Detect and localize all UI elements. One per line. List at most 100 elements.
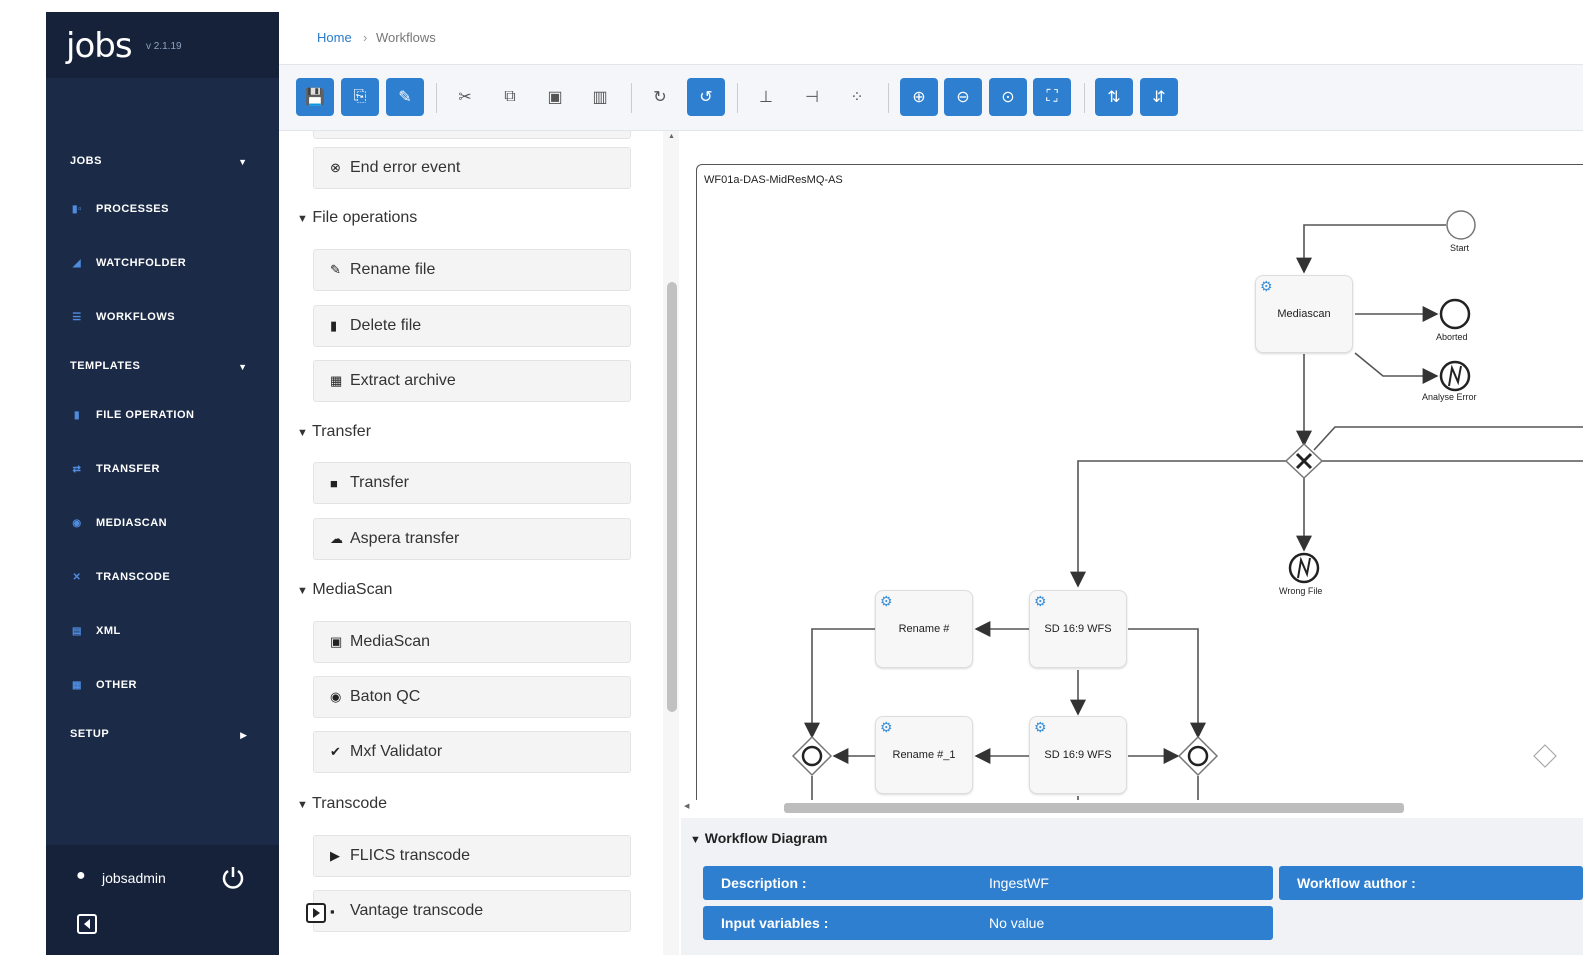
cut-button[interactable]: ✂: [446, 78, 484, 116]
palette-item-mxf-validator[interactable]: ✔ Mxf Validator: [313, 731, 631, 773]
chevron-down-icon: ▼: [297, 585, 308, 597]
breadcrumb-home-link[interactable]: Home: [317, 30, 352, 45]
task-rename-1[interactable]: ⚙ Rename #_1: [875, 716, 973, 794]
input-variables-label: Input variables :: [721, 915, 829, 931]
delete-button[interactable]: ▥: [581, 78, 619, 116]
task-sd-wfs[interactable]: ⚙ SD 16:9 WFS: [1029, 590, 1127, 668]
cloud-icon: ☁: [330, 531, 343, 546]
paste-button[interactable]: ▣: [536, 78, 574, 116]
palette-category-file-operations[interactable]: ▼ File operations: [297, 209, 417, 227]
sidebar-item-label: PROCESSES: [96, 203, 169, 215]
shuffle-icon: ✕: [72, 572, 82, 583]
sidebar-item-watchfolder[interactable]: ◢ WATCHFOLDER: [70, 252, 260, 274]
distribute-button[interactable]: ⁘: [838, 78, 876, 116]
expand-palette-icon[interactable]: [305, 902, 327, 924]
watchfolder-icon: ◢: [72, 258, 82, 269]
nav-section-jobs[interactable]: JOBS: [70, 155, 102, 167]
export-button[interactable]: ⇵: [1140, 78, 1178, 116]
toolbar-divider: [737, 83, 738, 113]
save-as-button[interactable]: ⎘: [341, 78, 379, 116]
import-icon: ⇅: [1107, 89, 1121, 106]
scroll-left-icon[interactable]: ◀: [684, 802, 689, 810]
gear-icon: ⚙: [880, 719, 893, 735]
palette-item-label: Vantage transcode: [350, 902, 484, 919]
power-icon[interactable]: [220, 865, 246, 891]
task-mediascan[interactable]: ⚙ Mediascan: [1255, 275, 1353, 353]
nav-section-setup[interactable]: SETUP: [70, 728, 109, 740]
task-rename[interactable]: ⚙ Rename #: [875, 590, 973, 668]
zoom-in-button[interactable]: ⊕: [900, 78, 938, 116]
redo-button[interactable]: ↻: [641, 78, 679, 116]
sidebar-item-processes[interactable]: ▮▫ PROCESSES: [70, 198, 260, 220]
scroll-up-icon[interactable]: ▲: [668, 133, 675, 140]
sidebar-item-transfer[interactable]: ⇄ TRANSFER: [70, 458, 260, 480]
description-field[interactable]: Description : IngestWF: [703, 866, 1273, 900]
palette-item-end-error-event[interactable]: ⊗ End error event: [313, 147, 631, 189]
sidebar-item-xml[interactable]: ▤ XML: [70, 620, 260, 642]
chevron-down-icon: ▼: [690, 834, 701, 846]
zoom-in-icon: ⊕: [912, 89, 926, 106]
copy-icon: ⧉: [504, 88, 516, 105]
align-horizontal-button[interactable]: ⊣: [793, 78, 831, 116]
align-vertical-button[interactable]: ⊥: [747, 78, 785, 116]
gear-icon: ⚙: [1034, 719, 1047, 735]
palette-item-flics-transcode[interactable]: ▶ FLICS transcode: [313, 835, 631, 877]
palette-category-transcode[interactable]: ▼ Transcode: [297, 795, 387, 813]
palette-item-extract-archive[interactable]: ▦ Extract archive: [313, 360, 631, 402]
check-icon: ✔: [330, 744, 341, 759]
palette-item-delete-file[interactable]: ▮ Delete file: [313, 305, 631, 347]
sidebar-item-transcode[interactable]: ✕ TRANSCODE: [70, 566, 260, 588]
palette-item-baton-qc[interactable]: ◉ Baton QC: [313, 676, 631, 718]
palette-item-vantage-transcode[interactable]: ▪ Vantage transcode: [313, 890, 631, 932]
sidebar-item-label: WORKFLOWS: [96, 311, 176, 323]
film-icon: ▶: [330, 848, 340, 863]
zoom-out-button[interactable]: ⊖: [944, 78, 982, 116]
import-button[interactable]: ⇅: [1095, 78, 1133, 116]
palette-category-transfer[interactable]: ▼ Transfer: [297, 423, 371, 441]
zoom-reset-button[interactable]: ⊙: [989, 78, 1027, 116]
task-sd-wfs-2[interactable]: ⚙ SD 16:9 WFS: [1029, 716, 1127, 794]
fit-screen-button[interactable]: ⛶: [1033, 78, 1071, 116]
wrong-file-label: Wrong File: [1279, 586, 1323, 596]
aborted-end-event[interactable]: [1439, 298, 1471, 330]
palette-item-rename-file[interactable]: ✎ Rename file: [313, 249, 631, 291]
palette-item-transfer[interactable]: ■ Transfer: [313, 462, 631, 504]
sidebar-item-mediascan[interactable]: ◉ MEDIASCAN: [70, 512, 260, 534]
save-button[interactable]: 💾: [296, 78, 334, 116]
palette-item-aspera-transfer[interactable]: ☁ Aspera transfer: [313, 518, 631, 560]
eye-icon: ◉: [72, 518, 82, 529]
palette-item-label: Mxf Validator: [350, 743, 443, 760]
caret-right-icon: ▶: [240, 730, 247, 740]
sidebar-item-other[interactable]: ▦ OTHER: [70, 674, 260, 696]
processes-icon: ▮▫: [71, 204, 83, 215]
eye-icon: ◉: [330, 689, 342, 704]
edit-button[interactable]: ✎: [386, 78, 424, 116]
undo-button[interactable]: ↺: [687, 78, 725, 116]
edit-icon: ✎: [330, 262, 341, 277]
workflow-diagram-toggle[interactable]: ▼ Workflow Diagram: [690, 830, 827, 846]
nav-section-templates[interactable]: TEMPLATES: [70, 360, 140, 372]
palette-scrollbar-thumb[interactable]: [667, 282, 677, 712]
brand[interactable]: jobs v 2.1.19: [46, 12, 279, 78]
sidebar-item-file-operation[interactable]: ▮ FILE OPERATION: [70, 404, 260, 426]
collapse-sidebar-icon[interactable]: [76, 913, 98, 935]
palette-category-mediascan[interactable]: ▼ MediaScan: [297, 581, 392, 599]
copy-button[interactable]: ⧉: [491, 78, 529, 116]
start-event[interactable]: [1446, 210, 1476, 240]
transfer-icon: ⇄: [72, 464, 82, 475]
sidebar-item-label: FILE OPERATION: [96, 409, 195, 421]
media-icon: ▣: [330, 634, 343, 649]
palette-item-mediascan[interactable]: ▣ MediaScan: [313, 621, 631, 663]
canvas-scrollbar-thumb[interactable]: [784, 803, 1404, 813]
author-field[interactable]: Workflow author :: [1279, 866, 1583, 900]
user-area: ● jobsadmin: [46, 845, 279, 955]
gateway[interactable]: [1533, 744, 1557, 768]
user-icon: ●: [76, 867, 86, 884]
gear-icon: ⚙: [1260, 278, 1273, 294]
caret-down-icon: ▼: [238, 157, 247, 167]
sidebar-item-workflows[interactable]: ☰ WORKFLOWS: [70, 306, 260, 328]
palette-item[interactable]: [313, 131, 631, 139]
task-label: Rename #_1: [892, 749, 956, 761]
sidebar: jobs v 2.1.19 JOBS ▼ ▮▫ PROCESSES ◢ WATC…: [46, 12, 279, 955]
input-variables-field[interactable]: Input variables : No value: [703, 906, 1273, 940]
